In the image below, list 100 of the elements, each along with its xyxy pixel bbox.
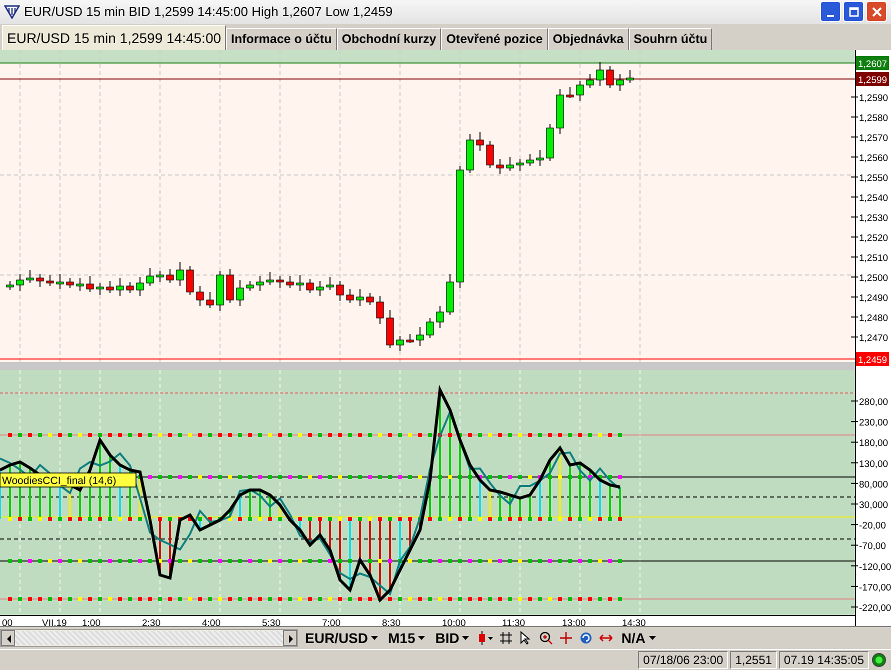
crosshair-icon[interactable]	[558, 630, 574, 646]
indicator-label: -70,00	[859, 540, 886, 552]
close-icon	[872, 6, 882, 17]
indicator-label: 230,00	[859, 417, 888, 428]
candle	[216, 270, 224, 312]
candle	[16, 273, 24, 292]
candle	[196, 285, 204, 306]
candle	[236, 279, 244, 306]
time-label: 8:30	[382, 618, 400, 626]
time-label: 1:00	[82, 618, 100, 626]
candle	[336, 280, 344, 302]
tab[interactable]: EUR/USD 15 min 1,2599 14:45:00	[2, 24, 226, 50]
price-label: 1,2560	[859, 152, 888, 164]
candle	[416, 326, 424, 346]
price-label: 1,2500	[859, 272, 888, 284]
candle	[26, 269, 34, 284]
candle	[156, 270, 164, 282]
status-field: 07/18/06 23:00	[638, 651, 728, 670]
tab[interactable]: Informace o účtu	[226, 28, 337, 50]
refresh-icon[interactable]	[578, 630, 594, 646]
candle-icon[interactable]	[476, 630, 494, 646]
candle	[106, 280, 114, 294]
candle	[56, 273, 64, 290]
scroll-right-icon[interactable]	[283, 630, 297, 646]
account-dropdown[interactable]: N/A	[618, 630, 658, 646]
tab[interactable]: Souhrn účtu	[628, 28, 712, 50]
indicator-label: -120,00	[859, 562, 891, 572]
caret-icon	[648, 636, 656, 641]
price-label: 1,2490	[859, 292, 888, 304]
minimize-icon	[827, 14, 834, 17]
price-label: 1,2510	[859, 252, 888, 264]
time-label: 13:00	[562, 618, 586, 626]
time-label: 10:00	[442, 618, 466, 626]
candle	[36, 273, 44, 288]
minimize-button[interactable]	[820, 1, 841, 22]
candle	[536, 149, 544, 166]
price-label: 1,2530	[859, 212, 888, 224]
price-marker: 1,2459	[856, 352, 889, 366]
candle	[526, 153, 534, 166]
maximize-button[interactable]	[843, 1, 864, 22]
scroll-left-icon[interactable]	[1, 630, 15, 646]
maximize-icon	[848, 6, 858, 17]
status-field: 07.19 14:35:05	[778, 651, 869, 670]
caret-icon	[371, 636, 378, 641]
dropdown[interactable]: EUR/USD	[302, 630, 382, 646]
time-label: 14:30	[622, 618, 646, 626]
candle	[126, 281, 134, 294]
price-label: 1,2480	[859, 312, 888, 324]
candle	[6, 280, 14, 290]
candle	[546, 123, 554, 162]
candle	[446, 273, 454, 316]
time-label: 7:00	[322, 618, 340, 626]
candle	[506, 156, 514, 172]
connection-status-icon	[871, 652, 887, 668]
candle	[396, 335, 404, 352]
time-label: 4:00	[202, 618, 220, 626]
price-label: 1,2580	[859, 112, 888, 124]
tab[interactable]: Obchodní kurzy	[336, 28, 442, 50]
indicator-label: 280,00	[859, 396, 888, 408]
price-label: 1,2470	[859, 332, 888, 344]
tab[interactable]: Objednávka	[548, 28, 629, 50]
candle	[586, 73, 594, 88]
candle	[346, 288, 354, 304]
time-label: VII.19	[42, 618, 67, 626]
grid-icon[interactable]	[498, 630, 514, 646]
candle	[206, 291, 214, 308]
dropdown[interactable]: BID	[432, 630, 472, 646]
candle	[276, 275, 284, 288]
tab[interactable]: Otevřené pozice	[441, 28, 548, 50]
status-field: 1,2551	[730, 651, 777, 670]
candle	[146, 267, 154, 286]
indicator-label: -170,00	[859, 582, 891, 594]
indicator-label: -20,00	[859, 520, 886, 532]
candle	[386, 309, 394, 348]
candle	[376, 295, 384, 324]
candle	[46, 274, 54, 286]
candle	[286, 275, 294, 288]
candle	[426, 317, 434, 338]
caret-icon	[462, 636, 470, 641]
window-title: EUR/USD 15 min BID 1,2599 14:45:00 High 1,2607 Low 1,2459	[24, 4, 394, 20]
candle	[356, 288, 364, 306]
price-label: 1,2570	[859, 132, 888, 144]
dropdown[interactable]: M15	[385, 630, 428, 646]
candle	[96, 282, 104, 296]
time-label: 00	[2, 618, 13, 626]
candle	[186, 265, 194, 296]
candle	[136, 276, 144, 296]
caret-icon	[418, 636, 426, 641]
candle	[306, 278, 314, 294]
candle	[616, 73, 624, 92]
indicator-label: -220,00	[859, 602, 891, 614]
candle	[596, 61, 604, 86]
zoom-in-icon[interactable]	[538, 630, 554, 646]
candle	[496, 158, 504, 174]
price-marker: 1,2599	[856, 72, 889, 86]
candle	[516, 158, 524, 172]
price-label: 1,2550	[859, 172, 888, 184]
scrollbar[interactable]	[0, 629, 298, 648]
close-button[interactable]	[866, 1, 887, 22]
candle	[296, 274, 304, 292]
